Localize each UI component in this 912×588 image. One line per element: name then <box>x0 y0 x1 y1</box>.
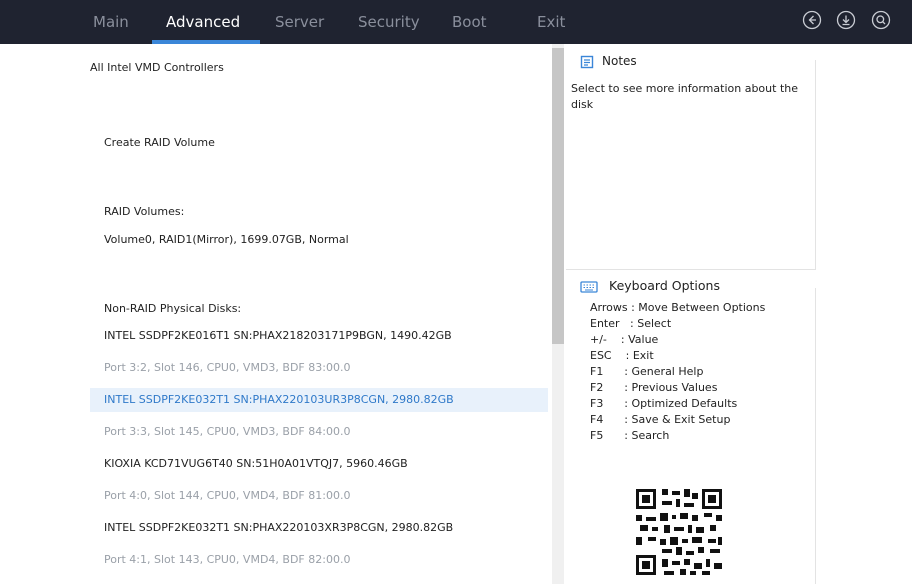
notes-text: Select to see more information about the… <box>571 82 798 111</box>
keyboard-option: F3 : Optimized Defaults <box>590 397 738 410</box>
notes-title: Notes <box>602 54 637 68</box>
disk-port-info: Port 4:0, Slot 144, CPU0, VMD4, BDF 81:0… <box>104 489 351 502</box>
disk-item[interactable]: INTEL SSDPF2KE016T1 SN:PHAX218203171P9BG… <box>90 324 548 348</box>
search-icon[interactable] <box>871 10 891 30</box>
keyboard-option: F5 : Search <box>590 429 670 442</box>
notes-icon <box>580 54 594 69</box>
tab-advanced[interactable]: Advanced <box>166 0 240 44</box>
keyboard-option: F2 : Previous Values <box>590 381 718 394</box>
scrollbar-thumb[interactable] <box>552 48 564 344</box>
raid-volume-item[interactable]: Volume0, RAID1(Mirror), 1699.07GB, Norma… <box>90 228 548 252</box>
non-raid-disks-label: Non-RAID Physical Disks: <box>104 302 242 315</box>
create-raid-volume-item[interactable]: Create RAID Volume <box>90 131 548 155</box>
disk-item[interactable]: INTEL SSDPF2KE032T1 SN:PHAX220103XR3P8CG… <box>90 516 548 540</box>
keyboard-option: F4 : Save & Exit Setup <box>590 413 731 426</box>
keyboard-option: ESC : Exit <box>590 349 654 362</box>
page-heading: All Intel VMD Controllers <box>90 61 224 74</box>
disk-item[interactable]: KIOXIA KCD71VUG6T40 SN:51H0A01VTQJ7, 596… <box>90 452 548 476</box>
tab-main[interactable]: Main <box>93 0 129 44</box>
disk-port-info: Port 3:3, Slot 145, CPU0, VMD3, BDF 84:0… <box>104 425 351 438</box>
tab-boot[interactable]: Boot <box>452 0 487 44</box>
qr-code <box>626 479 732 584</box>
vmd-controller-panel: All Intel VMD Controllers Create RAID Vo… <box>90 44 548 584</box>
tab-security[interactable]: Security <box>358 0 420 44</box>
raid-volumes-label: RAID Volumes: <box>104 205 185 218</box>
disk-port-info: Port 3:2, Slot 146, CPU0, VMD3, BDF 83:0… <box>104 361 351 374</box>
download-icon[interactable] <box>836 10 856 30</box>
keyboard-option: +/- : Value <box>590 333 659 346</box>
keyboard-option: Enter : Select <box>590 317 672 330</box>
disk-item-selected[interactable]: INTEL SSDPF2KE032T1 SN:PHAX220103UR3P8CG… <box>90 388 548 412</box>
top-navigation-bar: Main Advanced Server Security Boot Exit <box>0 0 912 44</box>
keyboard-options-title: Keyboard Options <box>609 278 720 293</box>
tab-exit[interactable]: Exit <box>537 0 565 44</box>
content-area: All Intel VMD Controllers Create RAID Vo… <box>0 44 912 584</box>
back-icon[interactable] <box>802 10 822 30</box>
disk-port-info: Port 4:1, Slot 143, CPU0, VMD4, BDF 82:0… <box>104 553 351 566</box>
keyboard-icon <box>580 279 598 293</box>
keyboard-option: Arrows : Move Between Options <box>590 301 766 314</box>
tab-server[interactable]: Server <box>275 0 324 44</box>
keyboard-option: F1 : General Help <box>590 365 704 378</box>
